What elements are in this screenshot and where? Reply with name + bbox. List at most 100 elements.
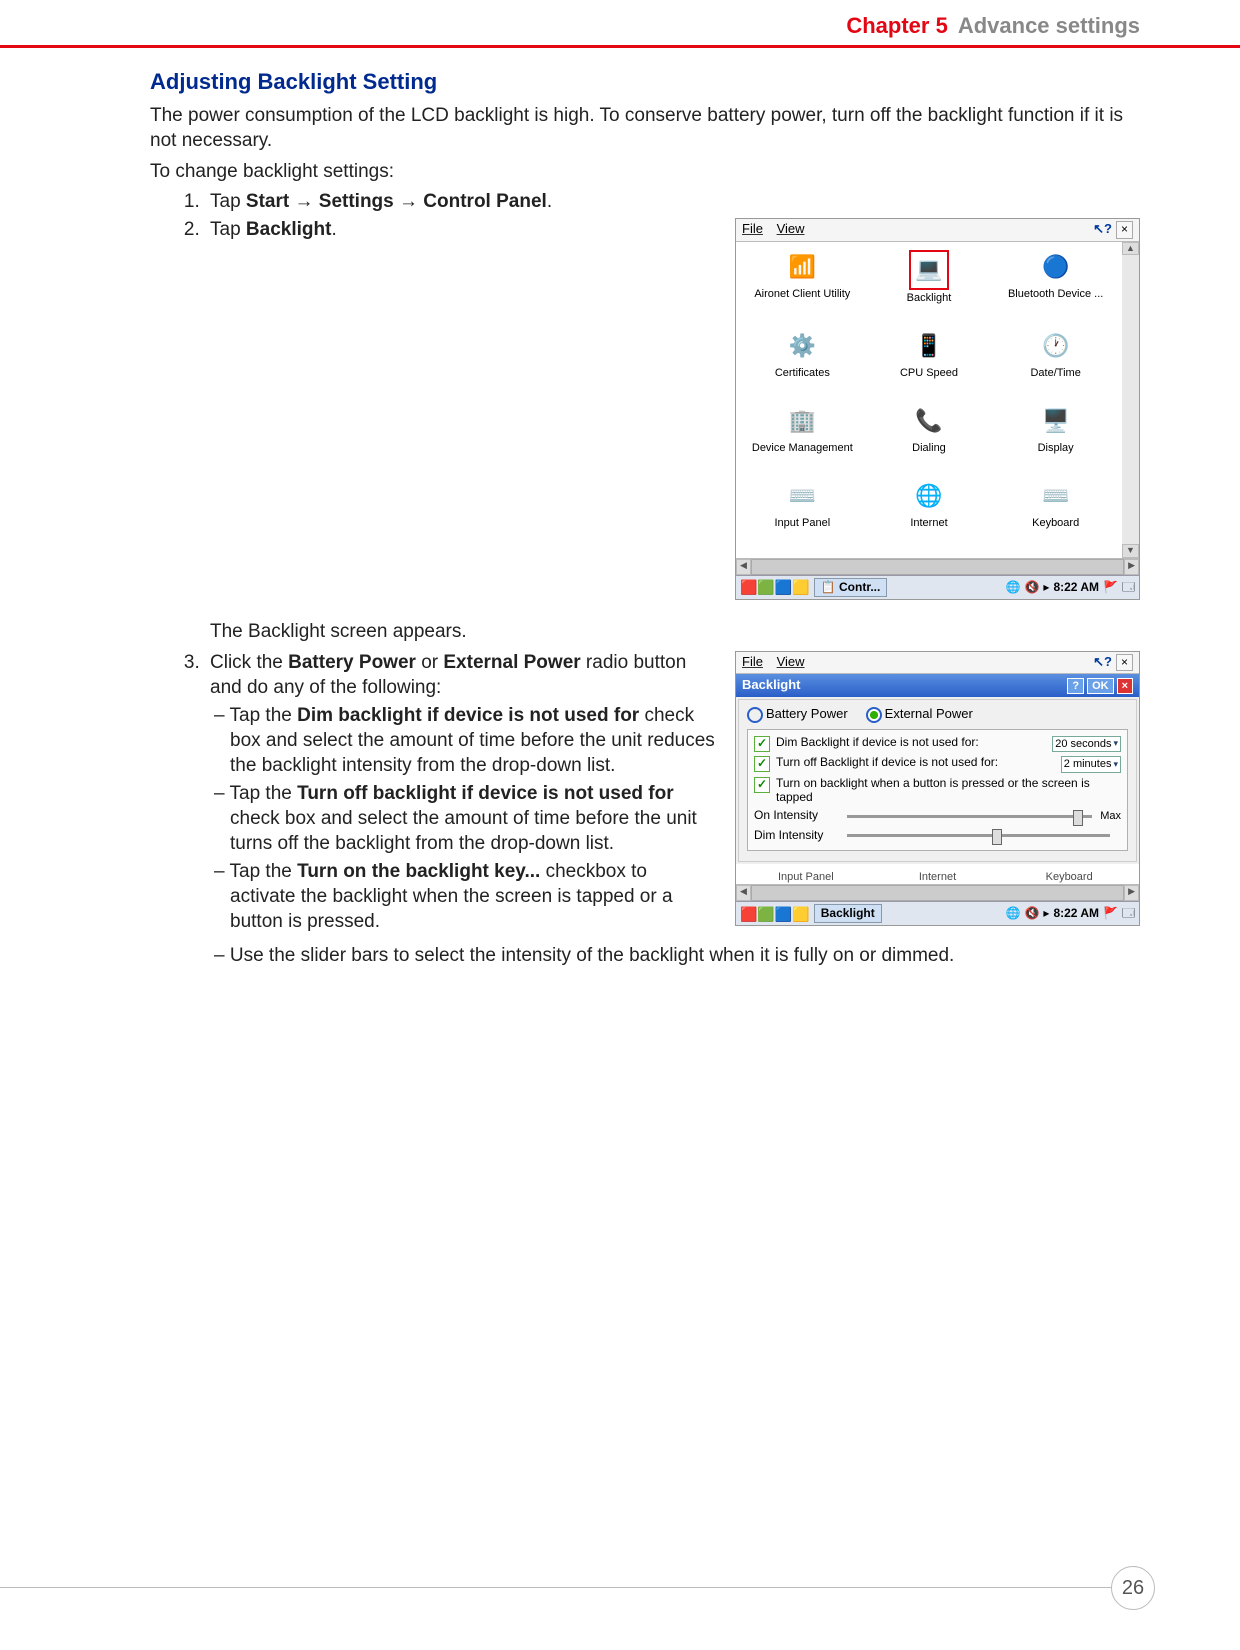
footer-rule <box>0 1587 1112 1588</box>
section-title: Adjusting Backlight Setting <box>150 68 1140 97</box>
page-header: Chapter 5 Advance settings <box>0 0 1240 45</box>
control-panel-item[interactable]: 🌐 Internet <box>867 479 992 550</box>
label-on-intensity: On Intensity <box>754 808 839 824</box>
tray-windows-icon[interactable]: 🗔 <box>1122 906 1135 922</box>
step-3: Click the Battery Power or External Powe… <box>205 651 1140 969</box>
control-panel-label: Input Panel <box>740 517 865 529</box>
control-panel-icon: 🕐 <box>1038 329 1074 365</box>
control-panel-item[interactable]: 📶Aironet Client Utility <box>740 250 865 325</box>
dialog-close-button[interactable]: × <box>1117 678 1133 694</box>
help-icon[interactable]: ↖? <box>1093 654 1112 671</box>
vertical-scrollbar[interactable]: ▲▼ <box>1122 242 1139 558</box>
tray-network-icon[interactable]: 🌐 <box>1006 906 1021 922</box>
control-panel-item[interactable]: 🏢 Device Management <box>740 404 865 475</box>
control-panel-grid: 📶Aironet Client Utility 💻 Backlight🔵Blueto… <box>736 242 1122 558</box>
control-panel-icon: 🖥️ <box>1038 404 1074 440</box>
horizontal-scrollbar[interactable]: ◀▶ <box>736 558 1139 575</box>
control-panel-label: CPU Speed <box>867 367 992 379</box>
checkbox-dim[interactable]: ✓ <box>754 736 770 752</box>
control-panel-icon: 📱 <box>911 329 947 365</box>
step-1: Tap Start → Settings → Control Panel. <box>205 190 1140 215</box>
control-panel-label: Dialing <box>867 442 992 454</box>
control-panel-label: Backlight <box>867 292 992 304</box>
menu-file[interactable]: File <box>742 654 763 669</box>
control-panel-item[interactable]: ⚙️ Certificates <box>740 329 865 400</box>
label-turnon: Turn on backlight when a button is press… <box>776 777 1121 805</box>
tray-clock[interactable]: 8:22 AM <box>1053 906 1099 922</box>
checkbox-turnoff[interactable]: ✓ <box>754 756 770 772</box>
dialog-help-button[interactable]: ? <box>1067 678 1084 694</box>
dropdown-dim-time[interactable]: 20 seconds <box>1052 736 1121 752</box>
start-icon[interactable]: 🟥🟩🟦🟨 <box>740 578 810 596</box>
control-panel-item[interactable]: 📱 CPU Speed <box>867 329 992 400</box>
close-icon[interactable]: × <box>1116 221 1133 239</box>
control-panel-label: Date/Time <box>993 367 1118 379</box>
tray-volume-icon[interactable]: 🔇 <box>1024 580 1039 596</box>
control-panel-label: Certificates <box>740 367 865 379</box>
control-panel-item[interactable]: 📞 Dialing <box>867 404 992 475</box>
bullet-turnoff: Tap the Turn off backlight if device is … <box>210 782 717 856</box>
close-icon[interactable]: × <box>1116 654 1133 672</box>
system-tray: 🌐 🔇 ▸ 8:22 AM 🚩 🗔 <box>1006 906 1135 922</box>
help-icon[interactable]: ↖? <box>1093 221 1112 238</box>
menu-view[interactable]: View <box>777 221 805 236</box>
radio-battery-power[interactable]: Battery Power <box>747 706 848 723</box>
tray-windows-icon[interactable]: 🗔 <box>1122 580 1135 596</box>
taskbar-app[interactable]: 📋 Contr... <box>814 578 888 598</box>
control-panel-label: Device Management <box>740 442 865 454</box>
menu-view[interactable]: View <box>777 654 805 669</box>
slider-dim-intensity[interactable] <box>847 834 1110 837</box>
control-panel-icon: 🏢 <box>784 404 820 440</box>
taskbar: 🟥🟩🟦🟨 📋 Contr... 🌐 🔇 ▸ 8:22 AM 🚩 🗔 <box>736 575 1139 600</box>
tray-flag-icon[interactable]: 🚩 <box>1103 906 1118 922</box>
control-panel-icon: 💻 <box>909 250 949 290</box>
taskbar: 🟥🟩🟦🟨 Backlight 🌐 🔇 ▸ 8:22 AM 🚩 🗔 <box>736 901 1139 926</box>
label-dim-intensity: Dim Intensity <box>754 828 839 844</box>
label-dim: Dim Backlight if device is not used for: <box>776 736 1046 750</box>
control-panel-label: Keyboard <box>993 517 1118 529</box>
control-panel-item[interactable]: 🖥️ Display <box>993 404 1118 475</box>
appears-text: The Backlight screen appears. <box>210 620 1140 645</box>
system-tray: 🌐 🔇 ▸ 8:22 AM 🚩 🗔 <box>1006 580 1135 596</box>
tray-flag-icon[interactable]: 🚩 <box>1103 580 1118 596</box>
header-rule <box>0 45 1240 48</box>
menu-file[interactable]: File <box>742 221 763 236</box>
tray-clock[interactable]: 8:22 AM <box>1053 580 1099 596</box>
control-panel-label: Bluetooth Device ... <box>993 288 1118 300</box>
label-turnoff: Turn off Backlight if device is not used… <box>776 756 1055 770</box>
step-2: Tap Backlight. File View ↖? × <box>205 218 1140 614</box>
checkbox-turnon[interactable]: ✓ <box>754 777 770 793</box>
control-panel-icon: 🌐 <box>911 479 947 515</box>
control-panel-label: Internet <box>867 517 992 529</box>
control-panel-icon: ⚙️ <box>784 329 820 365</box>
start-icon[interactable]: 🟥🟩🟦🟨 <box>740 905 810 923</box>
screenshot-control-panel: File View ↖? × 📶Aironet Client Utility 💻 B… <box>735 218 1140 600</box>
dialog-ok-button[interactable]: OK <box>1087 678 1114 694</box>
menu-bar: File View ↖? × <box>736 652 1139 675</box>
chapter-title: Advance settings <box>958 12 1140 41</box>
control-panel-item[interactable]: 🕐 Date/Time <box>993 329 1118 400</box>
taskbar-app[interactable]: Backlight <box>814 904 882 924</box>
tray-network-icon[interactable]: 🌐 <box>1006 580 1021 596</box>
bullet-sliders: Use the slider bars to select the intens… <box>210 944 1140 969</box>
menu-bar: File View ↖? × <box>736 219 1139 242</box>
control-panel-icon: 📞 <box>911 404 947 440</box>
slider-on-intensity[interactable] <box>847 815 1092 818</box>
dropdown-off-time[interactable]: 2 minutes <box>1061 756 1121 772</box>
control-panel-item[interactable]: 💻 Backlight <box>867 250 992 325</box>
screenshot-backlight: File View ↖? × Backlight ? <box>735 651 1140 927</box>
control-panel-icon: ⌨️ <box>784 479 820 515</box>
control-panel-icon: 📶 <box>784 250 820 286</box>
dialog-titlebar: Backlight ? OK × <box>736 674 1139 697</box>
control-panel-label: Display <box>993 442 1118 454</box>
radio-external-power[interactable]: External Power <box>866 706 973 723</box>
control-panel-item[interactable]: ⌨️Keyboard <box>993 479 1118 550</box>
control-panel-item[interactable]: ⌨️ Input Panel <box>740 479 865 550</box>
label-max: Max <box>1100 809 1121 823</box>
intro-paragraph-2: To change backlight settings: <box>150 160 1140 185</box>
bullet-turnon: Tap the Turn on the backlight key... che… <box>210 860 717 934</box>
horizontal-scrollbar[interactable]: ◀▶ <box>736 884 1139 901</box>
page-number: 26 <box>1111 1566 1155 1610</box>
tray-volume-icon[interactable]: 🔇 <box>1024 906 1039 922</box>
control-panel-item[interactable]: 🔵Bluetooth Device ... <box>993 250 1118 325</box>
